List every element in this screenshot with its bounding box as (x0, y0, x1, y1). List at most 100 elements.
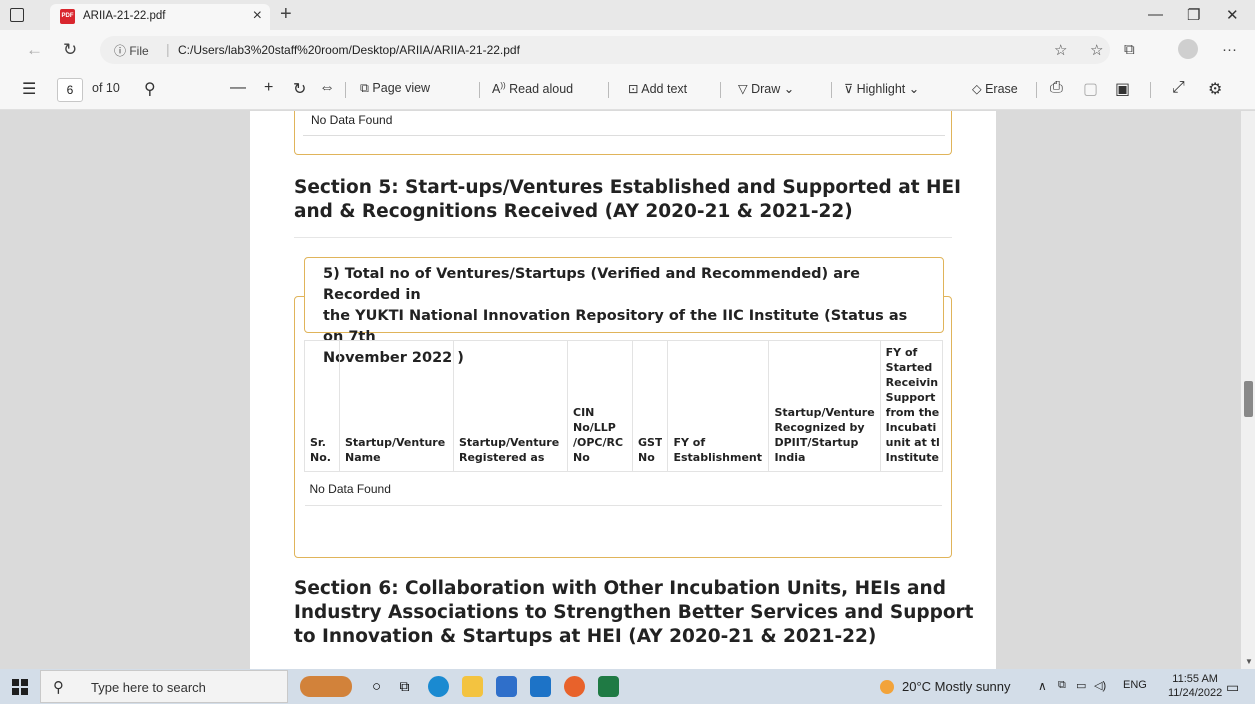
rotate-icon[interactable]: ↻ (293, 79, 306, 99)
collections-icon[interactable]: ⧉ (1124, 41, 1135, 58)
erase-button[interactable]: ◇ Erase (972, 81, 1018, 96)
fit-width-icon[interactable]: ⇔ (319, 79, 335, 97)
previous-section-box: No Data Found (294, 111, 952, 155)
read-aloud-label: Read aloud (509, 82, 574, 97)
no-data-text: No Data Found (311, 113, 393, 127)
scroll-thumb[interactable] (1244, 381, 1253, 417)
col-cin: CIN No/LLP/OPC/RC No (567, 340, 633, 472)
language-indicator[interactable]: ENG (1123, 679, 1147, 691)
close-window-icon[interactable]: ✕ (1226, 6, 1239, 24)
save-icon[interactable]: ▢ (1083, 79, 1098, 99)
vertical-scrollbar[interactable]: ▼ (1241, 111, 1255, 669)
url-separator: | (166, 41, 170, 57)
header-text: from the (885, 406, 940, 419)
tab-close-icon[interactable]: × (253, 7, 262, 25)
draw-button[interactable]: ▽ Draw ⌄ (738, 81, 794, 96)
page-view-button[interactable]: ⧉ Page view (360, 81, 430, 96)
divider (479, 82, 480, 98)
tab-pdf[interactable]: PDF ARIIA-21-22.pdf × (50, 4, 270, 30)
cortana-icon[interactable]: ○ (366, 676, 387, 697)
tab-actions-icon[interactable] (10, 8, 24, 22)
task-view-icon[interactable]: ⧉ (394, 676, 415, 697)
favorite-star-icon[interactable]: ☆ (1054, 41, 1067, 59)
zoom-out-icon[interactable]: — (230, 79, 246, 97)
startups-table: Sr. No. Startup/Venture Name Startup/Ventu… (304, 340, 943, 506)
excel-icon[interactable] (598, 676, 619, 697)
tray-chevron-icon[interactable]: ∧ (1038, 679, 1047, 693)
section-6-title: Section 6: Collaboration with Other Incu… (294, 577, 974, 649)
pdf-viewer[interactable]: No Data Found Section 5: Start-ups/Ventu… (0, 111, 1255, 669)
settings-gear-icon[interactable]: ⚙ (1208, 79, 1222, 99)
windows-start-icon[interactable] (12, 679, 28, 695)
contents-icon[interactable]: ☰ (22, 79, 36, 99)
profile-avatar[interactable] (1178, 39, 1198, 59)
notifications-icon[interactable]: ▭ (1226, 679, 1239, 696)
url-field[interactable]: ⓘ File | C:/Users/lab3%20staff%20room/De… (100, 36, 1110, 64)
search-placeholder: Type here to search (91, 680, 206, 695)
header-text: Name (345, 451, 381, 464)
col-startup-name: Startup/Venture Name (339, 340, 454, 472)
url-text: C:/Users/lab3%20staff%20room/Desktop/ARI… (178, 43, 520, 57)
taskbar-search-input[interactable]: ⚲ Type here to search (40, 670, 288, 703)
header-text: Institute (885, 451, 939, 464)
refresh-icon[interactable]: ↻ (63, 40, 77, 60)
pdf-toolbar: ☰ 6 of 10 ⚲ — + ↻ ⇔ ⧉ Page view A)) Read… (0, 70, 1255, 110)
col-fy-support: FY of Started Receivin Support from the Incub… (879, 340, 943, 472)
divider (608, 82, 609, 98)
add-text-label: Add text (641, 82, 688, 96)
minimize-icon[interactable]: — (1148, 6, 1163, 23)
section-6-title-line: to Innovation & Startups at HEI (AY 2020… (294, 626, 877, 647)
header-text: unit at tl (885, 436, 940, 449)
url-info[interactable]: ⓘ File (114, 42, 149, 59)
add-text-button[interactable]: ⊡ Add text (628, 81, 687, 96)
highlight-button[interactable]: ⊽ Highlight ⌄ (844, 81, 919, 96)
search-highlight-icon[interactable] (300, 676, 352, 697)
restore-icon[interactable]: ❐ (1187, 6, 1200, 24)
find-icon[interactable]: ⚲ (144, 79, 156, 99)
network-icon[interactable]: ▭ (1076, 679, 1086, 692)
header-text: Registered as (459, 451, 545, 464)
header-text: FY of (673, 436, 706, 449)
header-text: Started (885, 361, 933, 374)
system-clock[interactable]: 11:55 AM 11/24/2022 (1168, 672, 1222, 700)
zoom-in-icon[interactable]: + (264, 79, 273, 97)
col-sr-no: Sr. No. (304, 340, 340, 472)
edge-browser-icon[interactable] (428, 676, 449, 697)
divider (831, 82, 832, 98)
print-icon[interactable]: ⎙ (1050, 79, 1063, 97)
col-gst: GST No (631, 340, 669, 472)
address-bar: ← ↻ ⓘ File | C:/Users/lab3%20staff%20roo… (0, 30, 1255, 70)
favorites-icon[interactable]: ☆ (1090, 41, 1103, 59)
mail-icon[interactable] (530, 676, 551, 697)
header-text: No (638, 451, 655, 464)
tab-title: ARIIA-21-22.pdf (83, 10, 166, 22)
weather-icon[interactable] (880, 680, 894, 694)
draw-label: Draw (751, 82, 781, 96)
pdf-file-icon: PDF (60, 9, 75, 24)
meet-now-icon[interactable]: ⧉ (1058, 679, 1066, 692)
fullscreen-icon[interactable]: ⤢ (1172, 79, 1185, 97)
page-view-label: Page view (372, 81, 431, 95)
scroll-down-icon[interactable]: ▼ (1245, 657, 1253, 666)
clock-time: 11:55 AM (1172, 673, 1218, 685)
save-as-icon[interactable]: ▣ (1115, 79, 1130, 99)
back-icon[interactable]: ← (26, 40, 43, 60)
col-dpiit: Startup/Venture Recognized by DPIIT/Startu… (768, 340, 881, 472)
weather-text[interactable]: 20°C Mostly sunny (902, 679, 1011, 694)
header-text: DPIIT/Startup (774, 436, 859, 449)
divider (303, 135, 945, 136)
more-menu-icon[interactable]: ··· (1222, 41, 1237, 58)
header-text: No/LLP (573, 421, 616, 434)
no-data-cell: No Data Found (304, 471, 943, 506)
read-aloud-button[interactable]: A)) Read aloud (492, 81, 573, 96)
header-text: India (774, 451, 806, 464)
header-text: Sr. (310, 436, 326, 449)
pdf-page: No Data Found Section 5: Start-ups/Ventu… (250, 111, 996, 669)
firefox-icon[interactable] (564, 676, 585, 697)
page-total: of 10 (92, 81, 120, 95)
volume-icon[interactable]: ◁) (1094, 679, 1106, 692)
new-tab-button[interactable]: + (280, 3, 292, 26)
file-explorer-icon[interactable] (462, 676, 483, 697)
store-icon[interactable] (496, 676, 517, 697)
page-number-input[interactable]: 6 (57, 78, 83, 102)
